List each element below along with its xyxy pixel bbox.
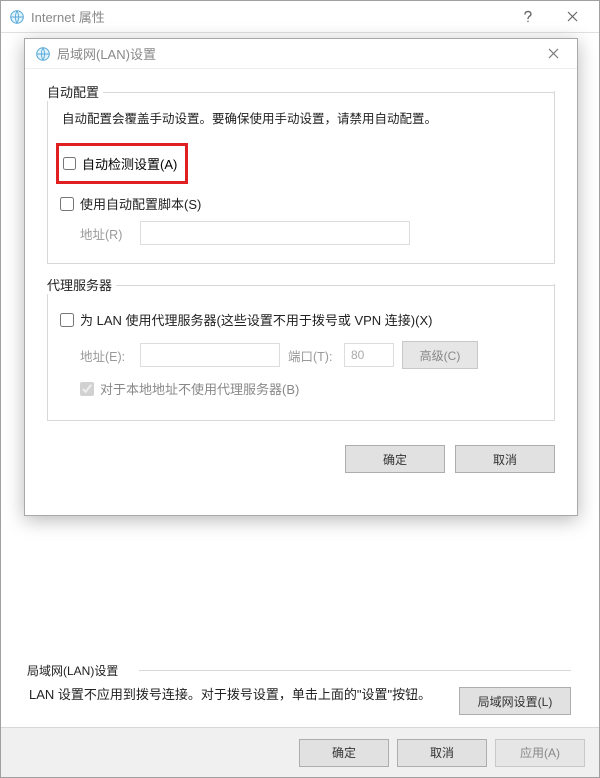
auto-detect-label: 自动检测设置(A) [82,154,177,173]
use-script-label: 使用自动配置脚本(S) [80,194,201,213]
parent-titlebar: Internet 属性 [1,1,599,33]
parent-cancel-button[interactable]: 取消 [397,739,487,767]
auto-config-desc: 自动配置会覆盖手动设置。要确保使用手动设置，请禁用自动配置。 [62,109,540,129]
parent-ok-button[interactable]: 确定 [299,739,389,767]
internet-icon [35,46,51,62]
child-titlebar: 局域网(LAN)设置 [25,39,577,69]
child-close-button[interactable] [535,39,571,69]
lan-section-desc: LAN 设置不应用到拨号连接。对于拨号设置，单击上面的"设置"按钮。 [29,685,445,706]
proxy-fields: 地址(E): 端口(T): 高级(C) [80,341,540,369]
script-address-label: 地址(R) [80,224,132,243]
script-address-input [140,221,410,245]
parent-lan-section: 局域网(LAN)设置 LAN 设置不应用到拨号连接。对于拨号设置，单击上面的"设… [29,662,571,715]
use-proxy-row: 为 LAN 使用代理服务器(这些设置不用于拨号或 VPN 连接)(X) [60,310,540,329]
parent-apply-button[interactable]: 应用(A) [495,739,585,767]
proxy-group: 代理服务器 为 LAN 使用代理服务器(这些设置不用于拨号或 VPN 连接)(X… [47,284,555,421]
help-button[interactable] [505,2,550,32]
use-proxy-label: 为 LAN 使用代理服务器(这些设置不用于拨号或 VPN 连接)(X) [80,310,432,329]
use-script-row: 使用自动配置脚本(S) [60,194,540,213]
child-footer: 确定 取消 [25,433,577,487]
internet-icon [9,9,25,25]
child-ok-button[interactable]: 确定 [345,445,445,473]
child-title: 局域网(LAN)设置 [57,44,535,63]
proxy-address-label: 地址(E): [80,346,132,365]
close-button[interactable] [550,2,595,32]
child-body: 自动配置 自动配置会覆盖手动设置。要确保使用手动设置，请禁用自动配置。 自动检测… [25,69,577,433]
auto-detect-checkbox[interactable] [63,157,76,170]
proxy-legend: 代理服务器 [47,275,116,294]
lan-settings-dialog: 局域网(LAN)设置 自动配置 自动配置会覆盖手动设置。要确保使用手动设置，请禁… [24,38,578,516]
parent-title: Internet 属性 [31,7,505,26]
auto-detect-highlight: 自动检测设置(A) [56,143,188,184]
auto-config-group: 自动配置 自动配置会覆盖手动设置。要确保使用手动设置，请禁用自动配置。 自动检测… [47,91,555,264]
child-cancel-button[interactable]: 取消 [455,445,555,473]
parent-footer: 确定 取消 应用(A) [1,727,599,777]
proxy-port-input [344,343,394,367]
use-script-checkbox[interactable] [60,197,74,211]
bypass-local-label: 对于本地地址不使用代理服务器(B) [100,379,299,398]
bypass-local-checkbox [80,382,94,396]
proxy-advanced-button[interactable]: 高级(C) [402,341,478,369]
lan-settings-button[interactable]: 局域网设置(L) [459,687,571,715]
auto-config-legend: 自动配置 [47,82,103,101]
proxy-address-input [140,343,280,367]
script-address-row: 地址(R) [80,221,540,245]
use-proxy-checkbox[interactable] [60,313,74,327]
proxy-port-label: 端口(T): [288,346,336,365]
bypass-local-row: 对于本地地址不使用代理服务器(B) [80,379,540,398]
